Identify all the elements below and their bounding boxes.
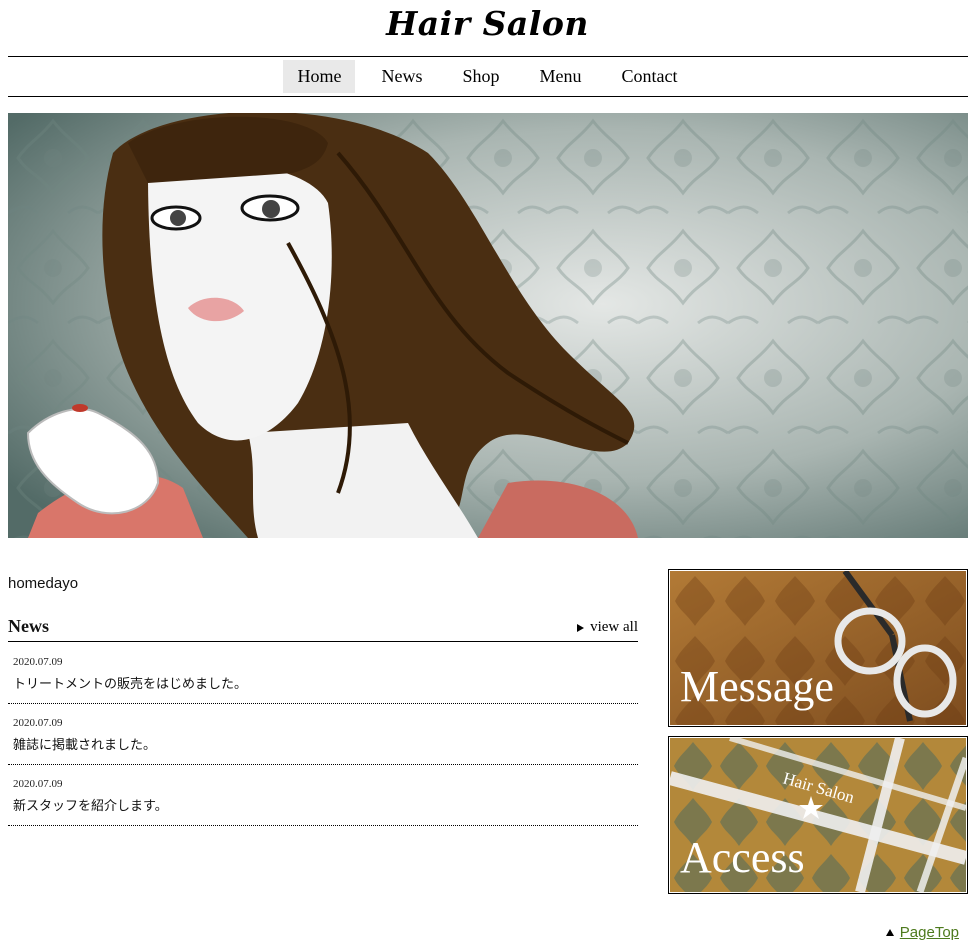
triangle-up-icon <box>885 929 894 936</box>
hero-image <box>8 113 968 538</box>
page-top-link[interactable]: PageTop <box>900 924 959 941</box>
news-item[interactable]: 2020.07.09 新スタッフを紹介します。 <box>8 765 638 826</box>
news-item[interactable]: 2020.07.09 雑誌に掲載されました。 <box>8 704 638 765</box>
access-banner-label: Access <box>680 833 805 882</box>
intro-text: homedayo <box>8 575 79 592</box>
message-banner[interactable]: Message <box>668 569 968 727</box>
news-item[interactable]: 2020.07.09 トリートメントの販売をはじめました。 <box>8 643 638 704</box>
news-heading: News <box>8 616 49 636</box>
triangle-right-icon <box>577 623 585 632</box>
nav-menu[interactable]: Menu <box>526 60 596 93</box>
news-list: 2020.07.09 トリートメントの販売をはじめました。 2020.07.09… <box>8 643 638 826</box>
nav-home[interactable]: Home <box>283 60 356 93</box>
news-date: 2020.07.09 <box>13 656 63 668</box>
news-text: 雑誌に掲載されました。 <box>13 738 157 753</box>
message-banner-label: Message <box>680 662 834 711</box>
view-all-link[interactable]: view all <box>577 619 638 636</box>
nav-contact[interactable]: Contact <box>608 60 692 93</box>
access-banner-image: Hair Salon Access <box>670 738 966 892</box>
view-all-label: view all <box>590 619 638 635</box>
site-title[interactable]: Hair Salon <box>0 4 975 43</box>
page-top: PageTop <box>885 924 959 941</box>
hero-illustration <box>8 113 968 538</box>
nav-news[interactable]: News <box>367 60 436 93</box>
news-date: 2020.07.09 <box>13 778 63 790</box>
nav-shop[interactable]: Shop <box>448 60 513 93</box>
nav-top-rule <box>8 56 968 57</box>
news-text: 新スタッフを紹介します。 <box>13 799 168 814</box>
global-nav: Home News Shop Menu Contact <box>0 60 975 93</box>
news-section-header: News view all <box>8 612 638 642</box>
news-text: トリートメントの販売をはじめました。 <box>13 677 248 692</box>
news-date: 2020.07.09 <box>13 717 63 729</box>
message-banner-image: Message <box>670 571 966 725</box>
access-banner[interactable]: Hair Salon Access <box>668 736 968 894</box>
nav-bottom-rule <box>8 96 968 97</box>
